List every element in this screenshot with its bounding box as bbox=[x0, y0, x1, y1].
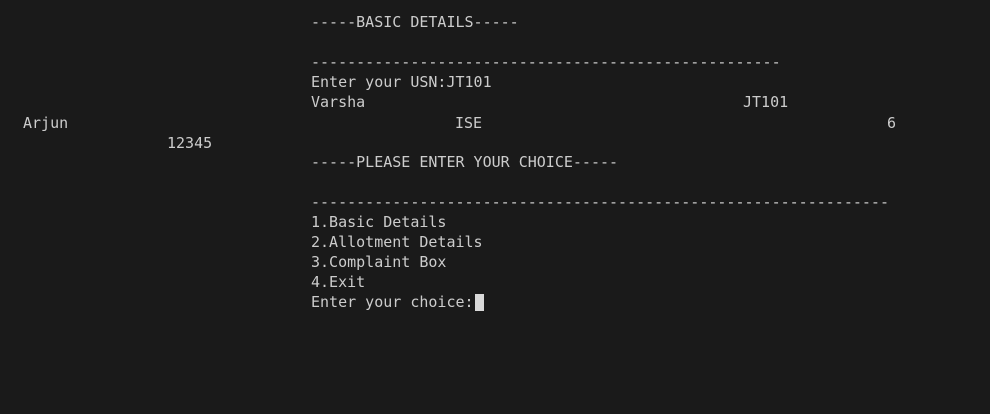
menu-item-complaint-box: 3.Complaint Box bbox=[311, 253, 447, 271]
record-field-semester: 6 bbox=[887, 114, 897, 132]
text-cursor bbox=[474, 293, 484, 311]
menu-item-allotment-details: 2.Allotment Details bbox=[311, 233, 483, 251]
basic-details-header: -----BASIC DETAILS----- bbox=[311, 13, 519, 31]
terminal-window[interactable]: -----BASIC DETAILS----- ----------------… bbox=[0, 0, 990, 414]
usn-prompt: Enter your USN:JT101 bbox=[311, 73, 492, 91]
record-field-name: Arjun bbox=[23, 114, 69, 132]
record-field-student: Varsha bbox=[311, 93, 366, 111]
choice-prompt: Enter your choice: bbox=[311, 293, 474, 311]
record-field-branch: ISE bbox=[455, 114, 483, 132]
record-field-phone: 12345 bbox=[167, 134, 213, 152]
separator-short: ----------------------------------------… bbox=[311, 53, 781, 71]
menu-item-basic-details: 1.Basic Details bbox=[311, 213, 447, 231]
choice-input-line[interactable]: Enter your choice: bbox=[311, 292, 484, 312]
separator-long: ----------------------------------------… bbox=[311, 193, 889, 211]
record-field-usn: JT101 bbox=[743, 93, 789, 111]
choice-header: -----PLEASE ENTER YOUR CHOICE----- bbox=[311, 153, 619, 171]
menu-item-exit: 4.Exit bbox=[311, 273, 366, 291]
